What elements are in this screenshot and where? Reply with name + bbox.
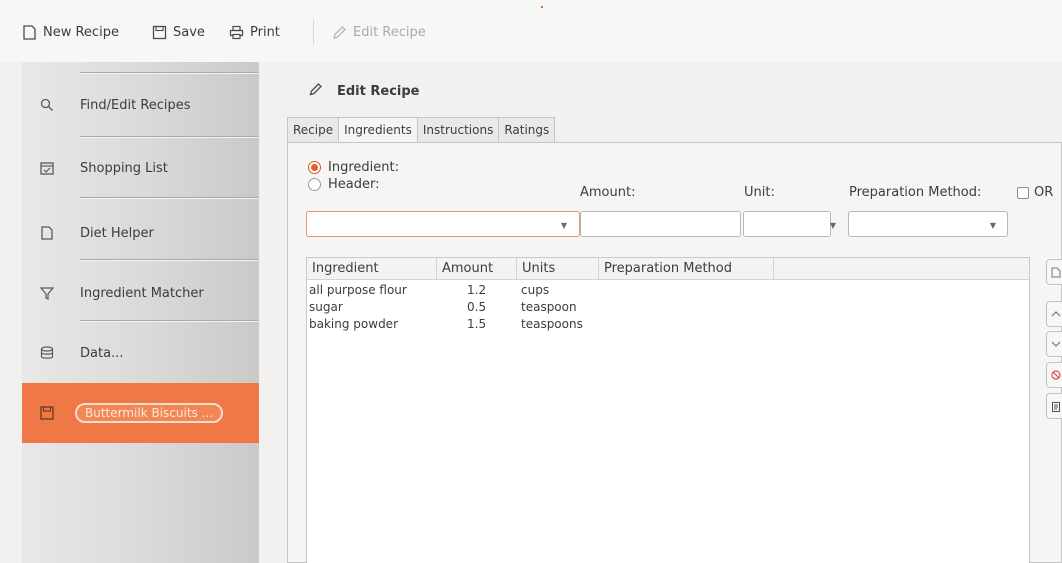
document-icon [1051,267,1060,277]
sidebar-divider [80,320,258,321]
tab-ingredients[interactable]: Ingredients [338,117,417,143]
sidebar-item-label: Shopping List [80,160,168,176]
unit-input[interactable] [743,211,831,237]
floppy-icon [40,406,54,420]
ingredients-table: Ingredient Amount Units Preparation Meth… [306,257,1030,563]
edit-recipe-label: Edit Recipe [353,24,426,40]
sidebar-item-data[interactable]: Data... [22,322,259,384]
save-button[interactable]: Save [152,22,205,42]
save-label: Save [173,24,205,40]
prep-label: Preparation Method: [849,185,982,200]
move-up-button[interactable] [1046,301,1062,327]
ingredient-input[interactable] [306,211,580,237]
no-entry-icon [1050,370,1061,380]
cell-ingredient: baking powder [309,317,398,331]
column-header-amount[interactable]: Amount [437,258,517,280]
sidebar-item-diet-helper[interactable]: Diet Helper [22,202,259,264]
floppy-icon [152,25,167,40]
sidebar-divider [80,197,258,198]
pencil-icon [309,82,323,100]
edit-recipe-panel: Edit Recipe Recipe Ingredients Instructi… [284,70,1062,563]
unit-label: Unit: [744,185,775,200]
sidebar-item-label: Find/Edit Recipes [80,97,191,113]
chevron-up-icon [1051,311,1060,317]
table-row[interactable]: all purpose flour 1.2 cups [307,282,1029,299]
cell-ingredient: sugar [309,300,343,314]
funnel-icon [39,286,55,300]
sidebar-item-label: Buttermilk Biscuits ... [75,403,224,423]
column-header-units[interactable]: Units [517,258,599,280]
edit-recipe-header: Edit Recipe [309,82,420,100]
new-document-icon [22,24,37,40]
chevron-down-icon[interactable]: ▼ [556,215,572,235]
sidebar-item-buttermilk-biscuits[interactable]: Buttermilk Biscuits ... [22,383,259,443]
toolbar-separator [313,20,314,44]
indicator-dot [541,6,543,8]
sidebar-item-label: Diet Helper [80,225,154,241]
cell-amount: 1.5 [467,317,487,331]
cell-units: teaspoon [521,300,577,314]
sidebar-item-label: Data... [80,345,124,361]
radio-selected-icon [308,161,321,174]
new-recipe-label: New Recipe [43,24,119,40]
sidebar-item-ingredient-matcher[interactable]: Ingredient Matcher [22,262,259,324]
column-header-ingredient[interactable]: Ingredient [307,258,437,280]
toolbar: New Recipe Save Print Edit Recipe [0,0,1062,62]
database-icon [40,346,54,360]
sidebar-item-label: Ingredient Matcher [80,285,204,301]
radio-unselected-icon [308,178,321,191]
header-radio-label: Header: [328,177,380,192]
sidebar-divider [80,72,258,73]
cell-amount: 1.2 [467,283,487,297]
cell-units: cups [521,283,550,297]
search-icon [40,98,54,112]
sidebar: Find/Edit Recipes Shopping List Diet Hel… [22,62,259,563]
page-title: Edit Recipe [337,83,420,99]
ingredients-panel: Ingredient: Header: Amount: Unit: Prepar… [287,142,1062,563]
delete-button[interactable] [1046,362,1062,388]
amount-input[interactable] [580,211,741,237]
sidebar-item-shopping-list[interactable]: Shopping List [22,137,259,199]
move-down-button[interactable] [1046,331,1062,357]
edit-recipe-button[interactable]: Edit Recipe [332,22,426,42]
pencil-icon [332,25,347,40]
print-label: Print [250,24,280,40]
chevron-down-icon [1051,341,1060,347]
cell-units: teaspoons [521,317,583,331]
cell-amount: 0.5 [467,300,487,314]
or-label: OR [1034,185,1054,200]
print-button[interactable]: Print [229,22,280,42]
add-ingredient-button[interactable] [1046,259,1062,285]
header-radio[interactable]: Header: [308,177,380,192]
chevron-down-icon[interactable]: ▼ [825,215,841,235]
column-header-preparation-method[interactable]: Preparation Method [599,258,774,280]
ingredient-radio-label: Ingredient: [328,160,399,175]
cell-ingredient: all purpose flour [309,283,407,297]
printer-icon [229,25,244,40]
tab-recipe[interactable]: Recipe [287,117,339,143]
table-row[interactable]: baking powder 1.5 teaspoons [307,316,1029,333]
paste-button[interactable] [1046,393,1062,419]
calendar-check-icon [40,161,54,175]
chevron-down-icon[interactable]: ▼ [985,215,1001,235]
document-icon [40,226,54,240]
tab-instructions[interactable]: Instructions [416,117,499,143]
prep-input[interactable] [848,211,1008,237]
new-recipe-button[interactable]: New Recipe [22,22,119,42]
table-row[interactable]: sugar 0.5 teaspoon [307,299,1029,316]
clipboard-icon [1051,401,1060,412]
amount-label: Amount: [580,185,636,200]
tab-ratings[interactable]: Ratings [498,117,556,143]
ingredient-radio[interactable]: Ingredient: [308,160,399,175]
tab-bar: Recipe Ingredients Instructions Ratings [287,117,556,143]
table-header: Ingredient Amount Units Preparation Meth… [307,258,1029,280]
sidebar-divider [80,259,258,260]
or-checkbox[interactable] [1017,187,1029,199]
sidebar-item-find-edit-recipes[interactable]: Find/Edit Recipes [22,74,259,136]
